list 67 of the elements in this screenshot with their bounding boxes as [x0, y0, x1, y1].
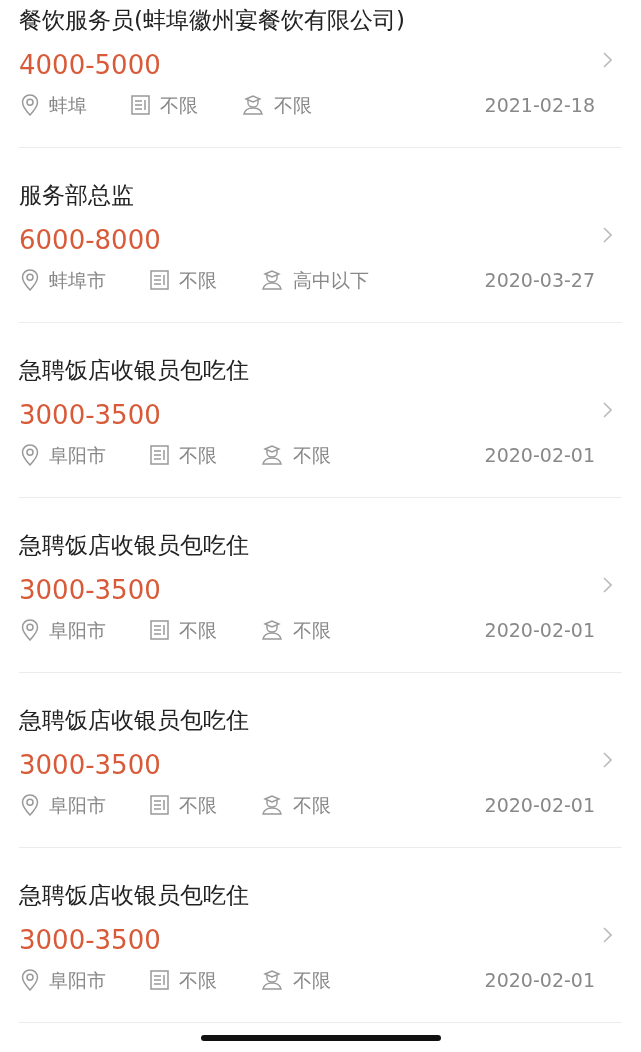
education-text: 不限 [293, 968, 331, 992]
salary-range: 3000-3500 [19, 750, 161, 780]
salary-range: 6000-8000 [19, 225, 161, 255]
education-text: 不限 [293, 618, 331, 642]
post-date: 2021-02-18 [484, 93, 595, 117]
post-date: 2020-02-01 [484, 618, 595, 642]
document-icon [150, 620, 169, 640]
location-text: 阜阳市 [49, 793, 106, 817]
location-text: 阜阳市 [49, 618, 106, 642]
location-text: 阜阳市 [49, 443, 106, 467]
experience-text: 不限 [179, 268, 217, 292]
document-icon [150, 795, 169, 815]
chevron-right-icon [603, 927, 612, 943]
location-pin-icon [21, 269, 39, 291]
education-text: 不限 [293, 793, 331, 817]
graduate-icon [261, 445, 283, 465]
location-pin-icon [21, 619, 39, 641]
job-card[interactable]: 餐饮服务员(蚌埠徽州宴餐饮有限公司) 4000-5000 蚌埠 不限 不限 2021-02-18 [19, 0, 622, 148]
salary-range: 3000-3500 [19, 575, 161, 605]
graduate-icon [261, 270, 283, 290]
graduate-icon [261, 620, 283, 640]
location-pin-icon [21, 969, 39, 991]
job-card[interactable]: 急聘饭店收银员包吃住 3000-3500 阜阳市 不限 不限 2020-02-01 [19, 848, 622, 1023]
home-indicator[interactable] [201, 1035, 441, 1041]
post-date: 2020-02-01 [484, 793, 595, 817]
experience-text: 不限 [179, 968, 217, 992]
document-icon [150, 445, 169, 465]
salary-range: 3000-3500 [19, 925, 161, 955]
job-title: 急聘饭店收银员包吃住 [19, 882, 249, 908]
job-title: 急聘饭店收银员包吃住 [19, 532, 249, 558]
post-date: 2020-02-01 [484, 968, 595, 992]
job-title: 急聘饭店收银员包吃住 [19, 357, 249, 383]
job-card[interactable]: 急聘饭店收银员包吃住 3000-3500 阜阳市 不限 不限 2020-02-01 [19, 323, 622, 498]
graduate-icon [261, 970, 283, 990]
location-pin-icon [21, 444, 39, 466]
job-card[interactable]: 服务部总监 6000-8000 蚌埠市 不限 高中以下 2020-03-27 [19, 148, 622, 323]
location-text: 蚌埠 [49, 93, 87, 117]
education-text: 不限 [274, 93, 312, 117]
chevron-right-icon [603, 227, 612, 243]
location-pin-icon [21, 794, 39, 816]
job-card[interactable]: 急聘饭店收银员包吃住 3000-3500 阜阳市 不限 不限 2020-02-01 [19, 673, 622, 848]
graduate-icon [242, 95, 264, 115]
job-title: 餐饮服务员(蚌埠徽州宴餐饮有限公司) [19, 7, 405, 33]
experience-text: 不限 [160, 93, 198, 117]
job-title: 急聘饭店收银员包吃住 [19, 707, 249, 733]
chevron-right-icon [603, 752, 612, 768]
experience-text: 不限 [179, 618, 217, 642]
chevron-right-icon [603, 577, 612, 593]
job-card[interactable]: 急聘饭店收银员包吃住 3000-3500 阜阳市 不限 不限 2020-02-01 [19, 498, 622, 673]
graduate-icon [261, 795, 283, 815]
salary-range: 4000-5000 [19, 50, 161, 80]
location-text: 阜阳市 [49, 968, 106, 992]
education-text: 高中以下 [293, 268, 369, 292]
salary-range: 3000-3500 [19, 400, 161, 430]
post-date: 2020-02-01 [484, 443, 595, 467]
document-icon [131, 95, 150, 115]
post-date: 2020-03-27 [484, 268, 595, 292]
chevron-right-icon [603, 52, 612, 68]
job-title: 服务部总监 [19, 182, 134, 208]
experience-text: 不限 [179, 443, 217, 467]
document-icon [150, 970, 169, 990]
document-icon [150, 270, 169, 290]
location-pin-icon [21, 94, 39, 116]
experience-text: 不限 [179, 793, 217, 817]
education-text: 不限 [293, 443, 331, 467]
location-text: 蚌埠市 [49, 268, 106, 292]
chevron-right-icon [603, 402, 612, 418]
